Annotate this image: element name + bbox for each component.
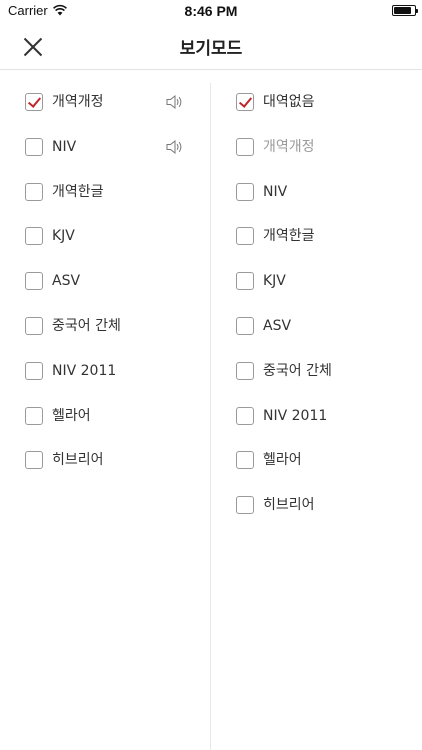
translation-option[interactable]: 중국어 간체 (211, 348, 421, 393)
translation-label: ASV (52, 273, 81, 290)
page-title: 보기모드 (179, 39, 243, 59)
speaker-icon[interactable] (166, 94, 184, 110)
translation-option[interactable]: NIV (211, 169, 421, 214)
battery-icon (392, 5, 418, 16)
checkbox[interactable] (25, 451, 43, 470)
checkbox-checked[interactable] (25, 93, 43, 111)
translation-option[interactable]: 개역한글 (0, 169, 210, 214)
checkbox[interactable] (236, 451, 254, 470)
translation-option[interactable]: 중국어 간체 (0, 303, 210, 348)
primary-translation-list: 개역개정 NIV 개역한글 KJV ASV 중국어 간체 NIV 2011 헬라어히브리어 (0, 79, 210, 482)
translation-label: 헬라어 (52, 407, 91, 424)
checkbox[interactable] (236, 182, 254, 201)
translation-label: 히브리어 (52, 452, 104, 469)
translation-option[interactable]: KJV (0, 213, 210, 258)
translation-option[interactable]: KJV (211, 258, 421, 303)
translation-option[interactable]: 히브리어 (0, 437, 210, 482)
translation-label: NIV (52, 138, 77, 155)
translation-option[interactable]: 개역개정 (211, 124, 421, 169)
checkbox[interactable] (25, 182, 43, 201)
translation-label: 개역한글 (263, 228, 315, 245)
header: 보기모드 (0, 22, 422, 70)
translation-columns: 개역개정 NIV 개역한글 KJV ASV 중국어 간체 NIV 2011 헬라어 히브리어 대… (0, 71, 422, 750)
translation-option[interactable]: NIV 2011 (0, 348, 210, 393)
translation-option[interactable]: 헬라어 (211, 437, 421, 482)
clock: 8:46 PM (184, 3, 238, 19)
translation-option[interactable]: 대역없음 (211, 79, 421, 124)
translation-option[interactable]: NIV 2011 (211, 393, 421, 438)
checkbox[interactable] (236, 496, 254, 515)
translation-label: ASV (263, 317, 292, 334)
checkbox[interactable] (236, 227, 254, 246)
checkbox[interactable] (25, 406, 43, 425)
translation-label: 개역개정 (52, 94, 104, 110)
checkbox[interactable] (25, 272, 43, 291)
checkbox[interactable] (236, 272, 254, 291)
translation-option[interactable]: 히브리어 (211, 482, 421, 527)
translation-label: 개역개정 (263, 138, 315, 155)
translation-option[interactable]: 개역한글 (211, 213, 421, 258)
checkbox-checked[interactable] (236, 93, 254, 111)
translation-label: 히브리어 (263, 497, 315, 514)
checkbox[interactable] (236, 137, 254, 156)
checkbox[interactable] (25, 316, 43, 335)
translation-option[interactable]: NIV (0, 124, 210, 169)
checkbox[interactable] (25, 227, 43, 246)
translation-option[interactable]: ASV (211, 303, 421, 348)
checkbox[interactable] (25, 137, 43, 156)
translation-label: 중국어 간체 (52, 317, 121, 334)
checkbox[interactable] (236, 406, 254, 425)
translation-option[interactable]: ASV (0, 258, 210, 303)
checkbox[interactable] (236, 316, 254, 335)
translation-label: 헬라어 (263, 452, 302, 469)
translation-option[interactable]: 헬라어 (0, 393, 210, 438)
translation-label: KJV (52, 228, 75, 245)
translation-label: NIV 2011 (263, 407, 328, 424)
translation-label: NIV 2011 (52, 362, 117, 379)
translation-label: 대역없음 (263, 94, 315, 110)
translation-label: NIV (263, 183, 288, 200)
translation-option[interactable]: 개역개정 (0, 79, 210, 124)
translation-label: KJV (263, 273, 286, 290)
checkbox[interactable] (25, 361, 43, 380)
translation-label: 중국어 간체 (263, 362, 332, 379)
translation-label: 개역한글 (52, 183, 104, 200)
status-bar: Carrier 8:46 PM (0, 0, 422, 22)
speaker-icon[interactable] (166, 139, 184, 155)
secondary-translation-list: 대역없음개역개정 NIV 개역한글 KJV ASV 중국어 간체 NIV 2011 헬라어히브… (211, 79, 421, 527)
checkbox[interactable] (236, 361, 254, 380)
